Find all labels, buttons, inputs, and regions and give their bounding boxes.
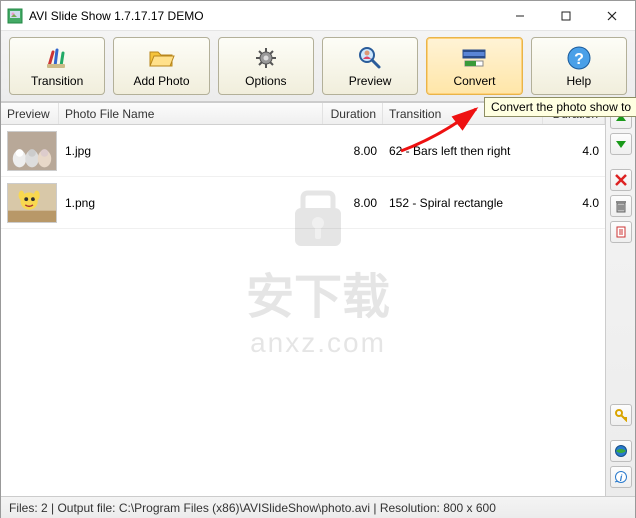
status-bar: Files: 2 | Output file: C:\Program Files… <box>1 496 635 518</box>
delete-button[interactable] <box>610 169 632 191</box>
options-label: Options <box>245 74 286 88</box>
col-duration[interactable]: Duration <box>323 103 383 124</box>
svg-text:?: ? <box>574 51 584 68</box>
transition-button[interactable]: Transition <box>9 37 105 95</box>
help-icon: ? <box>565 44 593 72</box>
cell-filename: 1.png <box>59 196 323 210</box>
close-button[interactable] <box>589 1 635 31</box>
thumbnail <box>7 183 57 223</box>
move-down-button[interactable] <box>610 133 632 155</box>
grid-body: 1.jpg 8.00 62 - Bars left then right 4.0… <box>1 125 605 229</box>
cell-filename: 1.jpg <box>59 144 323 158</box>
col-filename[interactable]: Photo File Name <box>59 103 323 124</box>
cell-duration: 8.00 <box>323 196 383 210</box>
minimize-button[interactable] <box>497 1 543 31</box>
cell-transition: 62 - Bars left then right <box>383 144 543 158</box>
main-area: Preview Photo File Name Duration Transit… <box>1 102 635 496</box>
cell-duration2: 4.0 <box>543 144 605 158</box>
magnifier-person-icon <box>356 44 384 72</box>
col-preview[interactable]: Preview <box>1 103 59 124</box>
brushes-icon <box>43 44 71 72</box>
cell-duration: 8.00 <box>323 144 383 158</box>
thumbnail <box>7 131 57 171</box>
photo-grid: Preview Photo File Name Duration Transit… <box>1 103 605 496</box>
convert-tooltip: Convert the photo show to <box>484 97 636 117</box>
preview-label: Preview <box>349 74 392 88</box>
window-title: AVI Slide Show 1.7.17.17 DEMO <box>29 9 497 23</box>
main-toolbar: Transition Add Photo Options Preview Con… <box>1 31 635 102</box>
preview-button[interactable]: Preview <box>322 37 418 95</box>
convert-button[interactable]: Convert <box>426 37 522 95</box>
clear-all-button[interactable] <box>610 195 632 217</box>
about-button[interactable]: i <box>610 466 632 488</box>
gear-icon <box>252 44 280 72</box>
add-photo-label: Add Photo <box>133 74 189 88</box>
side-panel: i <box>605 103 635 496</box>
properties-button[interactable] <box>610 221 632 243</box>
maximize-button[interactable] <box>543 1 589 31</box>
film-progress-icon <box>460 44 488 72</box>
options-button[interactable]: Options <box>218 37 314 95</box>
app-icon <box>7 8 23 24</box>
register-button[interactable] <box>610 404 632 426</box>
add-photo-button[interactable]: Add Photo <box>113 37 209 95</box>
transition-label: Transition <box>31 74 83 88</box>
cell-transition: 152 - Spiral rectangle <box>383 196 543 210</box>
help-label: Help <box>566 74 591 88</box>
web-button[interactable] <box>610 440 632 462</box>
help-button[interactable]: ? Help <box>531 37 627 95</box>
status-text: Files: 2 | Output file: C:\Program Files… <box>9 501 496 515</box>
titlebar: AVI Slide Show 1.7.17.17 DEMO <box>1 1 635 31</box>
convert-label: Convert <box>453 74 495 88</box>
table-row[interactable]: 1.png 8.00 152 - Spiral rectangle 4.0 <box>1 177 605 229</box>
folder-add-icon <box>147 44 175 72</box>
cell-duration2: 4.0 <box>543 196 605 210</box>
table-row[interactable]: 1.jpg 8.00 62 - Bars left then right 4.0 <box>1 125 605 177</box>
